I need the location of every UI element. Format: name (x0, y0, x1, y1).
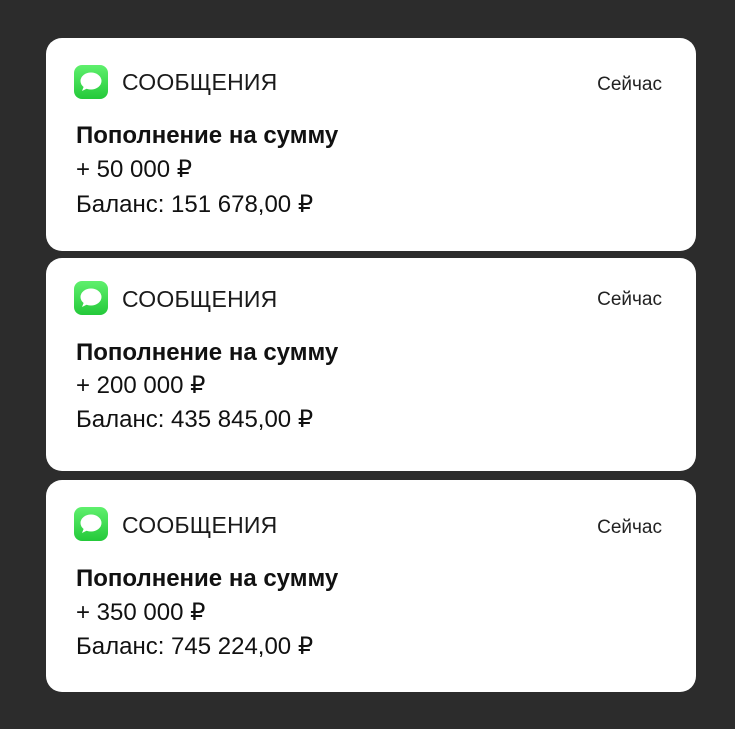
notification-time: Сейчас (597, 289, 662, 310)
messages-icon (74, 65, 108, 99)
notification-balance: Баланс: 435 845,00 ₽ (76, 406, 314, 433)
notification-time: Сейчас (597, 74, 662, 95)
app-name: СООБЩЕНИЯ (122, 69, 278, 95)
notification-card[interactable]: СООБЩЕНИЯ Сейчас Пополнение на сумму + 3… (46, 480, 696, 692)
notification-amount: + 50 000 ₽ (76, 156, 193, 183)
notification-title: Пополнение на сумму (76, 339, 339, 366)
notification-amount: + 200 000 ₽ (76, 372, 206, 399)
notification-amount: + 350 000 ₽ (76, 599, 206, 626)
notification-card[interactable]: СООБЩЕНИЯ Сейчас Пополнение на сумму + 5… (46, 38, 696, 251)
messages-icon (74, 507, 108, 541)
notification-time: Сейчас (597, 517, 662, 538)
notification-card[interactable]: СООБЩЕНИЯ Сейчас Пополнение на сумму + 2… (46, 258, 696, 471)
notification-title: Пополнение на сумму (76, 565, 339, 592)
notification-balance: Баланс: 151 678,00 ₽ (76, 191, 314, 218)
app-name: СООБЩЕНИЯ (122, 512, 278, 538)
app-name: СООБЩЕНИЯ (122, 286, 278, 312)
notification-title: Пополнение на сумму (76, 122, 339, 149)
notification-balance: Баланс: 745 224,00 ₽ (76, 633, 314, 660)
messages-icon (74, 281, 108, 315)
